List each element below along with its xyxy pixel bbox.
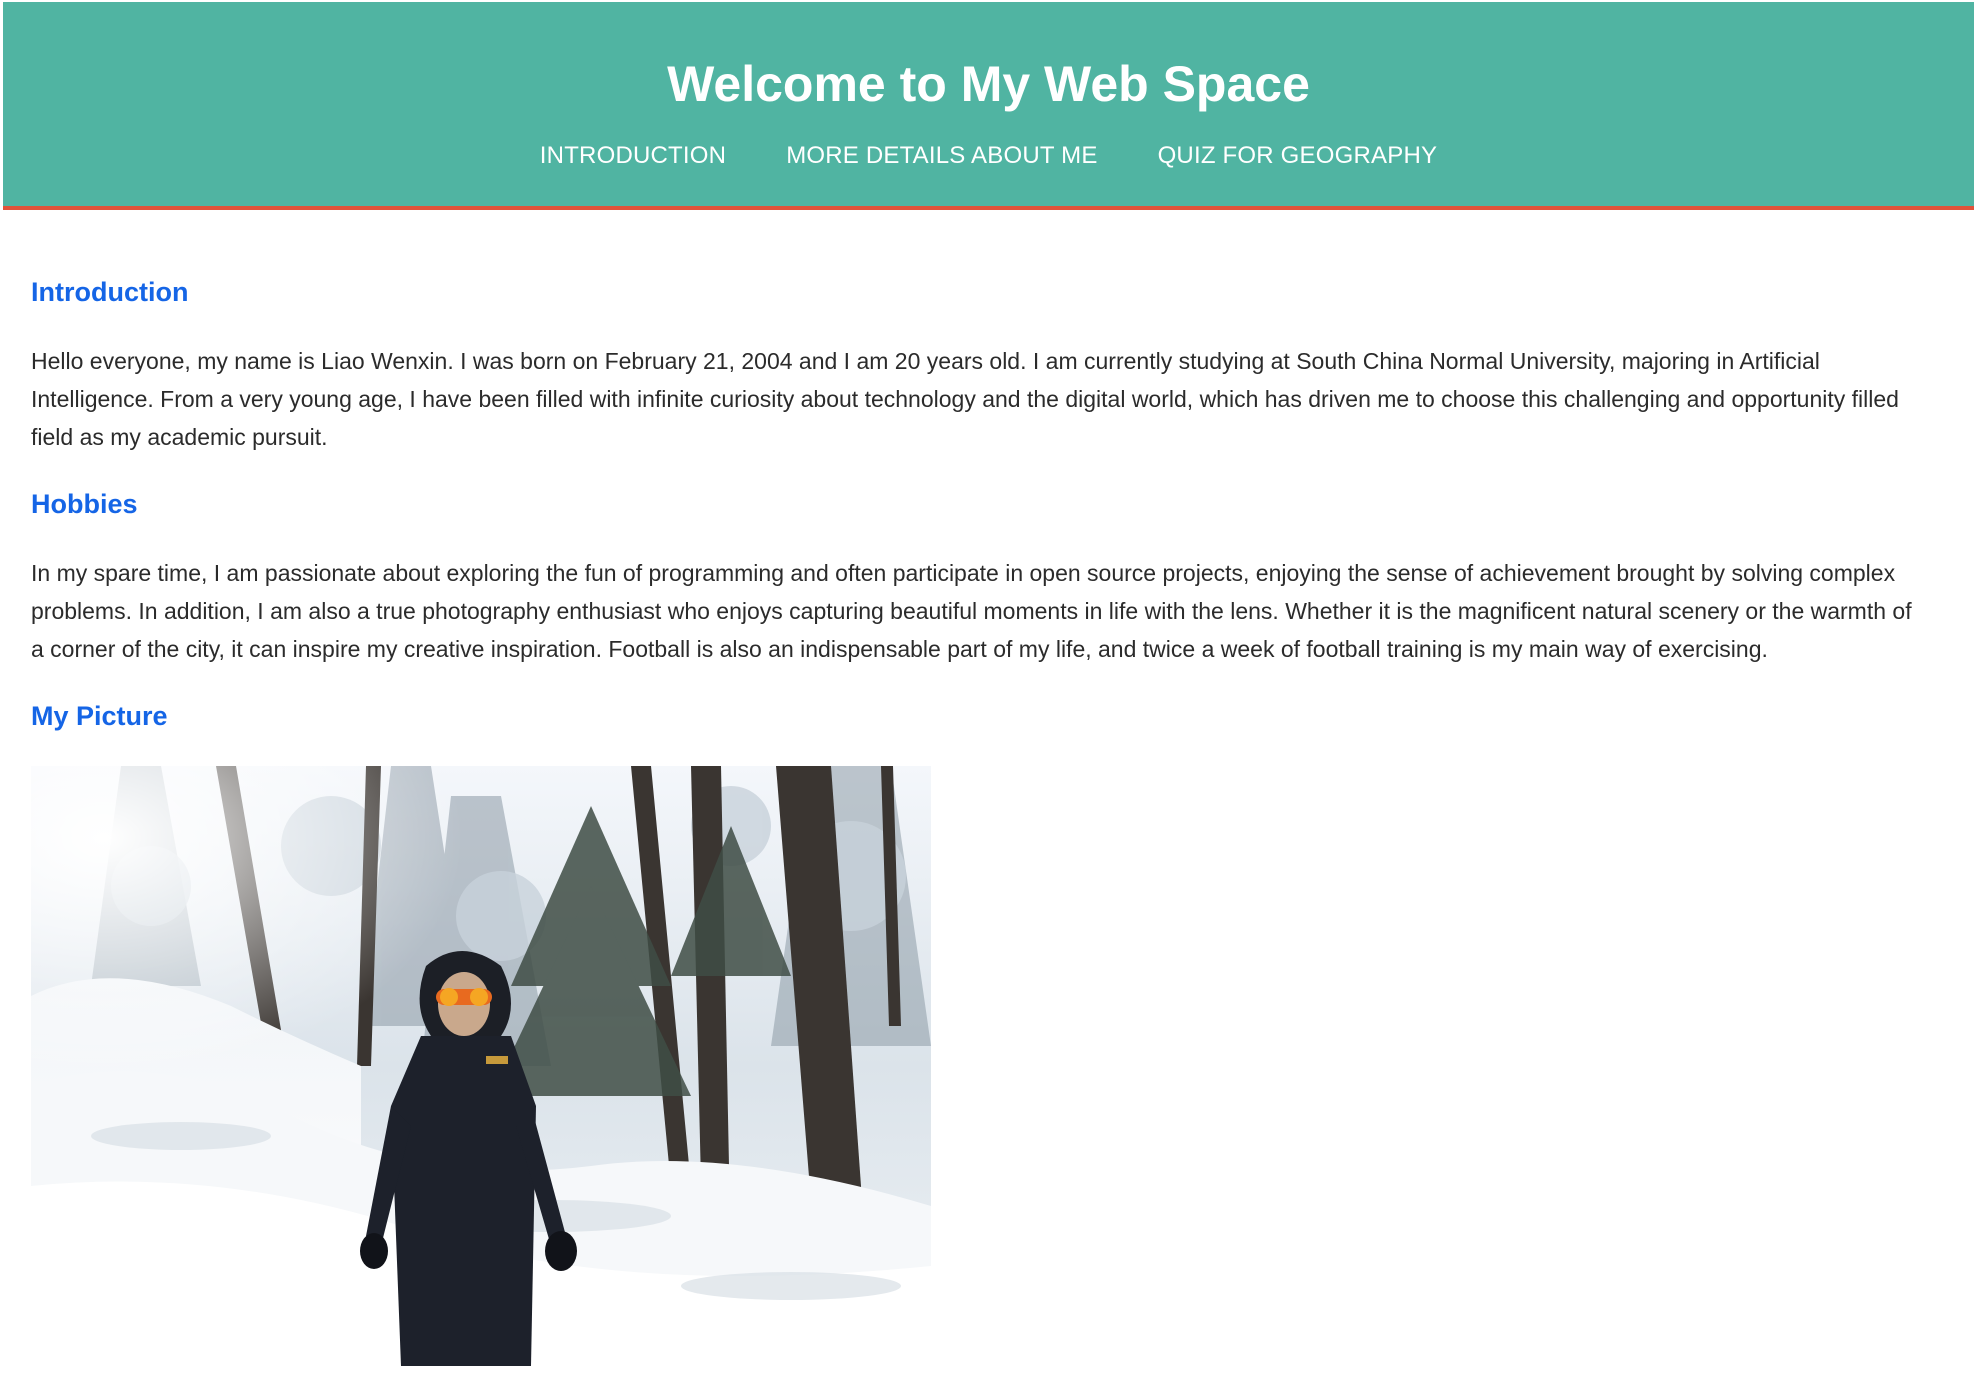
page: Welcome to My Web Space INTRODUCTION MOR… (3, 2, 1974, 1395)
snow-forest-photo (31, 766, 931, 1366)
main-nav: INTRODUCTION MORE DETAILS ABOUT ME QUIZ … (3, 142, 1974, 170)
introduction-text: Hello everyone, my name is Liao Wenxin. … (31, 348, 1899, 450)
nav-link-quiz-geography[interactable]: QUIZ FOR GEOGRAPHY (1158, 142, 1438, 170)
nav-link-introduction[interactable]: INTRODUCTION (540, 142, 726, 170)
introduction-heading: Introduction (31, 277, 189, 307)
site-header: Welcome to My Web Space INTRODUCTION MOR… (3, 2, 1974, 210)
picture-heading: My Picture (31, 701, 168, 731)
nav-link-more-details[interactable]: MORE DETAILS ABOUT ME (786, 142, 1097, 170)
hobbies-text: In my spare time, I am passionate about … (31, 560, 1912, 662)
profile-photo (31, 766, 931, 1366)
site-title: Welcome to My Web Space (667, 56, 1310, 112)
hobbies-heading: Hobbies (31, 489, 138, 519)
main-content: Introduction Hello everyone, my name is … (3, 274, 1974, 1366)
